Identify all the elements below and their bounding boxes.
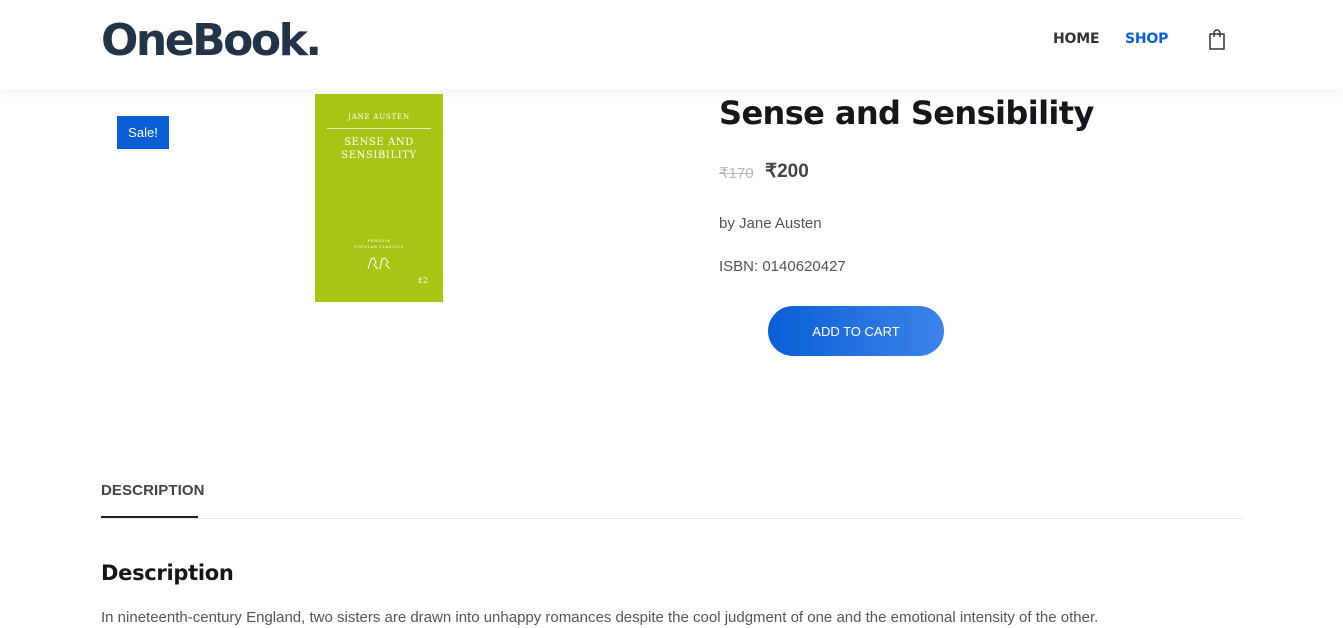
- nav-shop-link[interactable]: SHOP: [1125, 31, 1168, 47]
- add-to-cart-button[interactable]: ADD TO CART: [768, 306, 944, 356]
- penguin-emblem-icon: [367, 257, 391, 270]
- tabs-divider: [101, 518, 1242, 519]
- product-author: by Jane Austen: [719, 215, 822, 232]
- cover-publisher-line2: POPULAR CLASSICS: [354, 244, 404, 249]
- product-title: Sense and Sensibility: [719, 94, 1094, 132]
- cover-title-line1: SENSE AND: [344, 137, 414, 148]
- tab-description[interactable]: DESCRIPTION: [101, 482, 205, 499]
- sale-badge: Sale!: [117, 116, 169, 149]
- shopping-bag-icon[interactable]: [1208, 29, 1226, 51]
- product-isbn: ISBN: 0140620427: [719, 258, 846, 275]
- sale-price: ₹200: [765, 161, 809, 182]
- cover-publisher: PENGUIN POPULAR CLASSICS: [315, 238, 443, 250]
- cover-divider: [327, 128, 431, 129]
- site-logo[interactable]: OneBook.: [101, 16, 322, 66]
- cover-price: £2: [418, 276, 429, 285]
- cover-author: JANE AUSTEN: [348, 113, 410, 121]
- description-text: In nineteenth-century England, two siste…: [101, 609, 1099, 626]
- nav-home-link[interactable]: HOME: [1053, 31, 1100, 47]
- site-header: OneBook. HOME SHOP: [0, 0, 1343, 89]
- description-heading: Description: [101, 561, 234, 585]
- original-price: ₹170: [719, 165, 754, 182]
- cover-title: SENSE AND SENSIBILITY: [315, 136, 443, 162]
- cover-title-line2: SENSIBILITY: [341, 150, 417, 161]
- book-cover-image[interactable]: JANE AUSTEN SENSE AND SENSIBILITY PENGUI…: [315, 94, 443, 302]
